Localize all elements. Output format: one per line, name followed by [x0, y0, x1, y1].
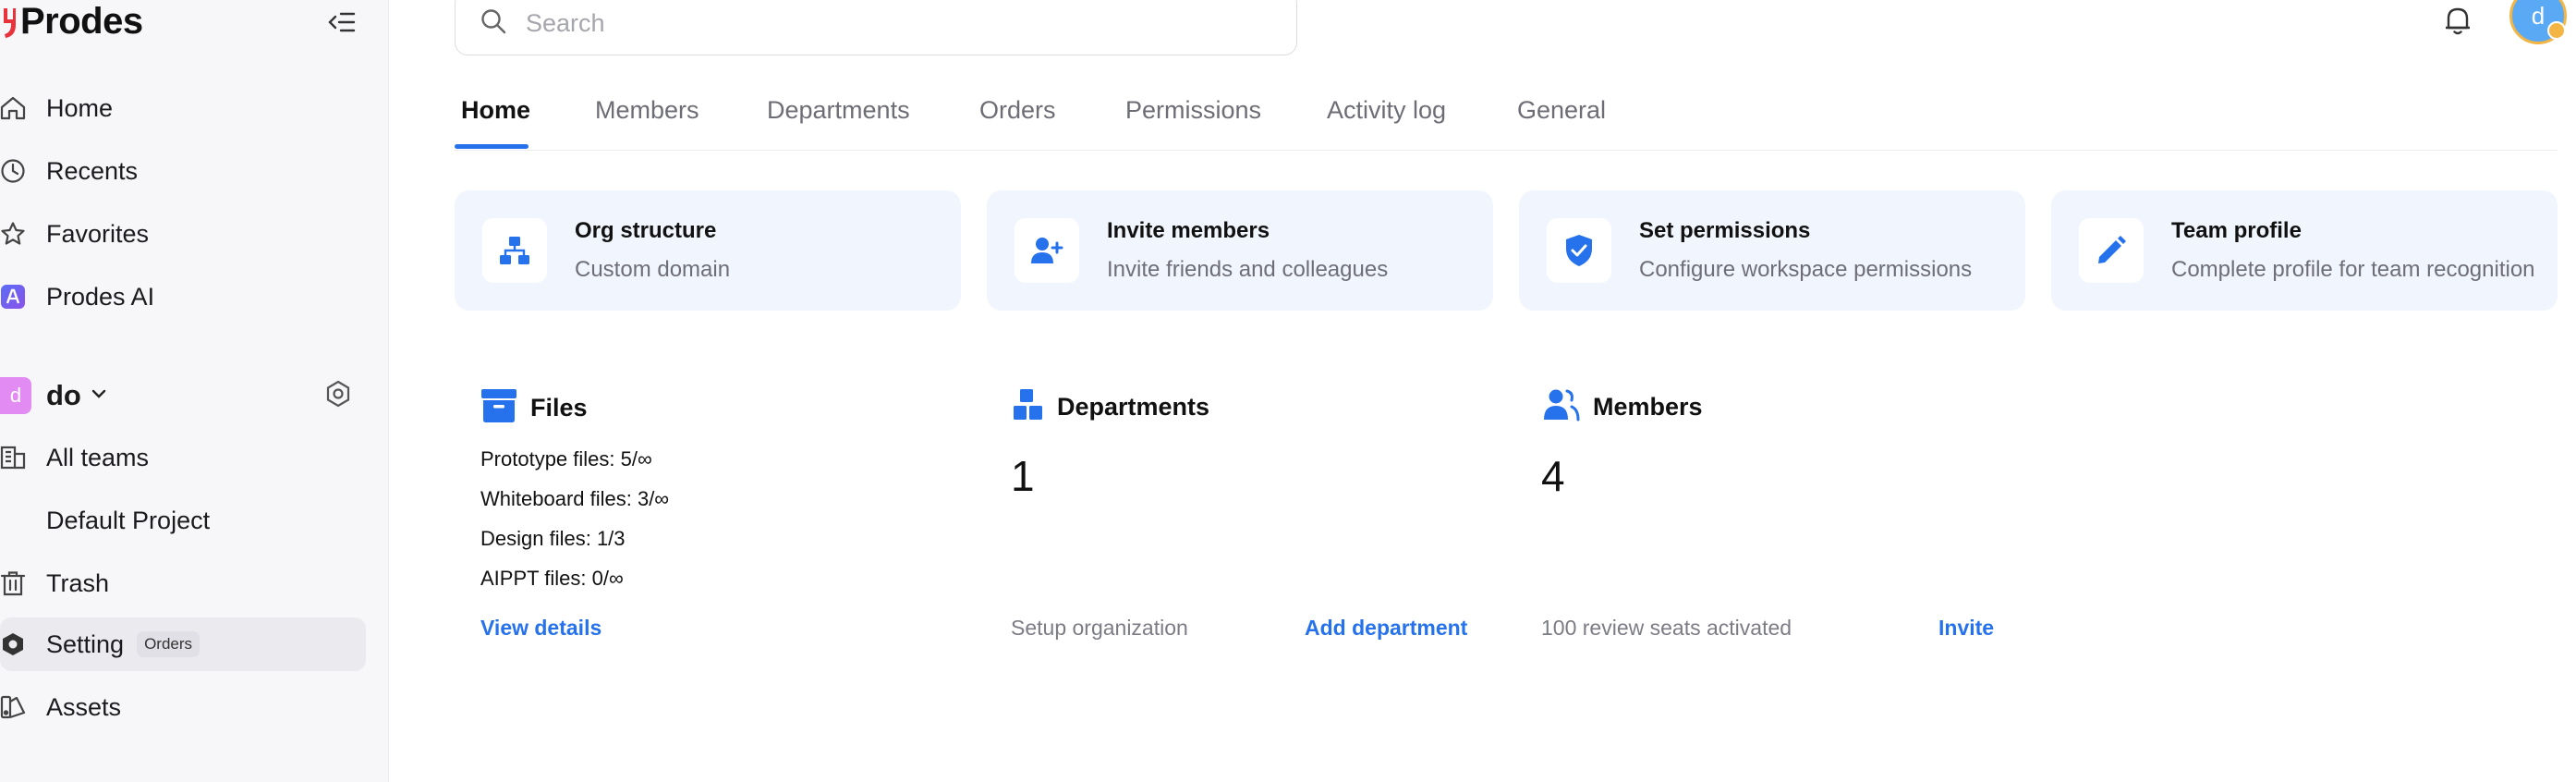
members-stat: Members — [1543, 388, 1703, 426]
tab-departments[interactable]: Departments — [767, 96, 910, 125]
org-structure-icon — [482, 218, 547, 283]
file-quota-aippt: AIPPT files: 0/∞ — [480, 567, 624, 590]
status-dot — [2547, 21, 2566, 40]
add-department-link[interactable]: Add department — [1305, 616, 1467, 641]
trash-icon — [0, 570, 26, 596]
tab-orders[interactable]: Orders — [979, 96, 1056, 125]
sidebar-item-default-project[interactable]: Default Project — [0, 494, 366, 547]
card-set-permissions[interactable]: Set permissions Configure workspace perm… — [1519, 190, 2025, 311]
pencil-icon — [2079, 218, 2144, 283]
sidebar-item-label: Default Project — [46, 506, 211, 534]
team-switcher[interactable]: d do — [0, 370, 366, 422]
file-quota-design: Design files: 1/3 — [480, 527, 626, 550]
file-quota-whiteboard: Whiteboard files: 3/∞ — [480, 487, 669, 510]
user-initial: d — [2531, 1, 2546, 30]
sidebar-item-recents[interactable]: Recents — [0, 144, 366, 198]
sidebar-item-all-teams[interactable]: All teams — [0, 431, 366, 484]
settings-icon — [0, 631, 26, 657]
card-title: Team profile — [2171, 218, 2302, 243]
search-icon — [480, 7, 507, 40]
search-input[interactable] — [524, 7, 1248, 39]
card-team-profile[interactable]: Team profile Complete profile for team r… — [2051, 190, 2558, 311]
tab-permissions[interactable]: Permissions — [1125, 96, 1261, 125]
shield-check-icon — [1547, 218, 1611, 283]
departments-count: 1 — [1011, 452, 1035, 500]
tab-general[interactable]: General — [1517, 96, 1606, 125]
tab-activity-log[interactable]: Activity log — [1327, 96, 1446, 125]
team-settings-gear-icon[interactable] — [323, 379, 353, 413]
card-invite-members[interactable]: Invite members Invite friends and collea… — [987, 190, 1493, 311]
sidebar-item-label: Setting — [46, 629, 125, 658]
tab-home[interactable]: Home — [461, 96, 530, 125]
assets-icon — [0, 694, 26, 720]
user-avatar[interactable]: d — [2509, 0, 2567, 44]
setup-organization-text: Setup organization — [1011, 616, 1188, 640]
team-name: do — [46, 379, 81, 411]
members-count: 4 — [1541, 452, 1565, 500]
members-title: Members — [1593, 393, 1703, 421]
logo[interactable]: Prodes — [0, 0, 143, 43]
sidebar-item-favorites[interactable]: Favorites — [0, 207, 366, 261]
departments-icon — [1013, 388, 1044, 426]
card-title: Set permissions — [1639, 218, 1811, 243]
star-icon — [0, 221, 26, 247]
members-icon — [1543, 388, 1580, 426]
sidebar-item-label: Home — [46, 93, 114, 122]
bell-icon — [2446, 7, 2470, 35]
card-subtitle: Configure workspace permissions — [1639, 257, 1973, 282]
collapse-icon — [328, 12, 356, 32]
card-subtitle: Custom domain — [575, 257, 731, 282]
tab-bar: Home Members Departments Orders Permissi… — [455, 81, 2558, 151]
file-quota-prototype: Prototype files: 5/∞ — [480, 447, 652, 470]
card-title: Invite members — [1107, 218, 1270, 243]
sidebar: Prodes Home Recents Favorites Prodes AI … — [0, 0, 389, 782]
home-icon — [0, 95, 26, 121]
active-tab-indicator — [455, 144, 529, 149]
files-stat: Files — [480, 388, 588, 428]
tab-members[interactable]: Members — [595, 96, 699, 125]
invite-link[interactable]: Invite — [1938, 616, 1994, 641]
collapse-sidebar-button[interactable] — [323, 6, 360, 39]
review-seats-text: 100 review seats activated — [1541, 616, 1792, 640]
departments-stat: Departments — [1013, 388, 1209, 426]
files-title: Files — [530, 394, 588, 422]
sidebar-item-prodes-ai[interactable]: Prodes AI — [0, 270, 366, 324]
sidebar-item-assets[interactable]: Assets — [0, 680, 366, 734]
logo-mark-icon — [2, 5, 16, 38]
sidebar-item-label: Recents — [46, 156, 139, 185]
add-user-icon — [1015, 218, 1079, 283]
app-name: Prodes — [20, 0, 143, 42]
sidebar-item-label: Prodes AI — [46, 282, 155, 311]
departments-title: Departments — [1057, 393, 1210, 421]
sidebar-item-setting[interactable]: Setting Orders — [0, 617, 366, 671]
card-org-structure[interactable]: Org structure Custom domain — [455, 190, 961, 311]
card-title: Org structure — [575, 218, 717, 243]
sidebar-item-trash[interactable]: Trash — [0, 556, 366, 610]
sidebar-item-label: All teams — [46, 443, 150, 471]
orders-badge: Orders — [137, 631, 200, 657]
clock-icon — [0, 158, 26, 184]
archive-box-icon — [480, 388, 517, 428]
card-subtitle: Invite friends and colleagues — [1107, 257, 1389, 282]
notifications-button[interactable] — [2439, 2, 2476, 39]
view-details-link[interactable]: View details — [480, 616, 601, 641]
team-avatar: d — [0, 377, 31, 414]
card-subtitle: Complete profile for team recognition — [2171, 257, 2535, 282]
ai-icon — [0, 284, 26, 310]
sidebar-item-label: Favorites — [46, 219, 150, 248]
chevron-down-icon — [91, 387, 107, 404]
search-box[interactable] — [455, 0, 1297, 55]
sidebar-item-home[interactable]: Home — [0, 81, 366, 135]
sidebar-item-label: Trash — [46, 568, 110, 597]
sidebar-item-label: Assets — [46, 692, 122, 721]
building-icon — [0, 445, 26, 470]
